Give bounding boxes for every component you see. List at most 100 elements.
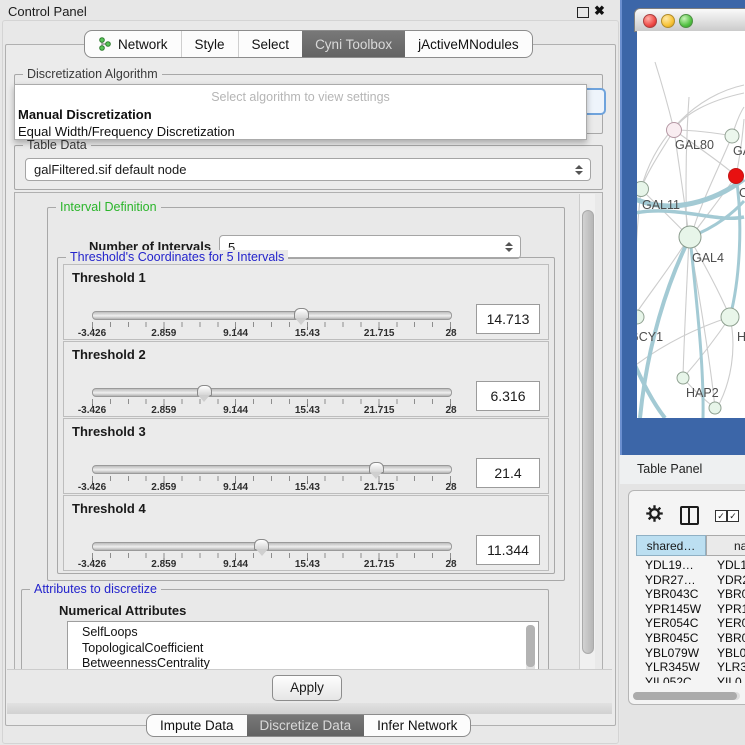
dropdown-option-manual[interactable]: Manual Discretization [15,106,586,123]
group-title: Threshold's Coordinates for 5 Intervals [66,250,288,264]
float-window-icon[interactable] [577,7,589,18]
algorithm-dropdown-popup: Select algorithm to view settings Manual… [14,84,587,140]
table-row[interactable]: YDR27…YDR2 [629,573,745,588]
tick-label: -3.426 [78,482,106,493]
table-cell: YIL0 [717,675,742,683]
dropdown-option-equal-width[interactable]: Equal Width/Frequency Discretization [15,123,586,140]
close-traffic-light-icon[interactable] [643,14,657,28]
table-row[interactable]: YBR043CYBR0 [629,587,745,602]
threshold-slider[interactable] [92,388,452,397]
tick-label: 21.715 [364,405,395,416]
network-node[interactable] [679,226,701,248]
group-title: Interval Definition [56,200,161,214]
network-node[interactable] [637,310,644,324]
table-cell: YBR0 [717,631,745,646]
table-row[interactable]: YDL19…YDL1 [629,558,745,573]
numerical-attributes-label: Numerical Attributes [59,603,186,618]
network-node[interactable] [637,182,649,197]
attribute-item[interactable]: TopologicalCoefficient [68,641,538,657]
tick-label: 9.144 [223,328,248,339]
network-window-titlebar[interactable] [634,8,745,32]
slider-thumb[interactable] [369,462,384,473]
slider-thumb[interactable] [294,308,309,319]
table-row[interactable]: YBR045CYBR0 [629,631,745,646]
tick-label: 9.144 [223,559,248,570]
tab-network[interactable]: Network [85,31,181,57]
tick-label: 2.859 [151,482,176,493]
tick-label: 9.144 [223,405,248,416]
table-data-combobox[interactable]: galFiltered.sif default node [25,158,591,181]
apply-button[interactable]: Apply [272,675,342,701]
network-node[interactable] [725,129,739,143]
table-header-row: shared… na [629,535,745,557]
combobox-arrows-icon [575,165,583,175]
checkbox-icon[interactable]: ✓ [715,510,727,522]
scrollbar-thumb[interactable] [526,625,535,667]
threshold-value-field[interactable]: 11.344 [476,535,540,565]
table-row[interactable]: YLR345WYLR3 [629,660,745,675]
slider-tick-labels: -3.4262.8599.14415.4321.71528 [92,482,451,493]
table-row[interactable]: YBL079WYBL0 [629,646,745,661]
tab-label: Network [118,37,168,52]
zoom-traffic-light-icon[interactable] [679,14,693,28]
slider-thumb[interactable] [254,539,269,550]
threshold-label: Threshold 3 [72,424,146,439]
slider-tick-labels: -3.4262.8599.14415.4321.71528 [92,559,451,570]
tab-infer-network[interactable]: Infer Network [364,715,470,736]
column-layout-icon[interactable] [680,506,699,525]
threshold-slider[interactable] [92,311,452,320]
threshold-slider[interactable] [92,465,452,474]
attribute-item[interactable]: SelfLoops [68,625,538,641]
list-scrollbar[interactable] [526,625,535,671]
table-row[interactable]: YPR145WYPR1 [629,602,745,617]
node-label: HAP2 [686,386,719,400]
threshold-slider[interactable] [92,542,452,551]
tick-label: 15.43 [295,559,320,570]
tab-cyni-toolbox[interactable]: Cyni Toolbox [302,31,405,57]
table-row[interactable]: YIL052CYIL0 [629,675,745,683]
tab-label: Select [252,37,290,52]
threshold-value-field[interactable]: 14.713 [476,304,540,334]
tab-label: Discretize Data [260,718,352,733]
column-header-shared-name[interactable]: shared… [636,535,706,556]
tab-discretize-data[interactable]: Discretize Data [247,715,365,736]
table-cell: YLR345W [645,660,700,675]
network-node[interactable] [677,372,689,384]
network-node[interactable] [721,308,739,326]
tab-impute-data[interactable]: Impute Data [147,715,247,736]
threshold-value-field[interactable]: 6.316 [476,381,540,411]
dropdown-placeholder-option[interactable]: Select algorithm to view settings [15,85,586,106]
numerical-attributes-list[interactable]: SelfLoopsTopologicalCoefficientBetweenne… [67,621,539,671]
node-label: GCY1 [637,330,663,344]
tick-label: -3.426 [78,328,106,339]
slider-minor-ticks [92,399,451,404]
tab-select[interactable]: Select [238,31,303,57]
scrollbar-thumb[interactable] [582,210,594,654]
checkbox-icon[interactable]: ✓ [727,510,739,522]
network-canvas[interactable]: GAL80 GA C GAL11 GAL4 GCY1 H HAP2 [637,31,745,418]
vertical-scrollbar[interactable] [579,194,595,669]
horizontal-scrollbar[interactable] [633,692,740,700]
table-cell: YDR2 [717,573,745,588]
column-header-name[interactable]: na [706,535,745,556]
table-panel-title: Table Panel [637,462,702,476]
tick-label: 9.144 [223,482,248,493]
scrollbar-thumb[interactable] [633,692,737,700]
threshold-row: Threshold 3 -3.4262.8599.14415.4321.7152… [63,418,549,494]
table-row[interactable]: YER054CYER0 [629,616,745,631]
slider-minor-ticks [92,553,451,558]
slider-minor-ticks [92,476,451,481]
network-node[interactable] [709,402,721,414]
tab-jactivemnodules[interactable]: jActiveMNodules [405,31,532,57]
close-icon[interactable]: ✖ [594,3,605,19]
threshold-value-field[interactable]: 21.4 [476,458,540,488]
network-node-selected[interactable] [729,169,744,184]
table-cell: YDL19… [645,558,694,573]
gear-icon[interactable] [645,504,664,528]
tab-label: Cyni Toolbox [315,37,392,52]
slider-thumb[interactable] [197,385,212,396]
threshold-label: Threshold 4 [72,501,146,516]
network-node[interactable] [667,123,682,138]
minimize-traffic-light-icon[interactable] [661,14,675,28]
tab-style[interactable]: Style [181,31,238,57]
